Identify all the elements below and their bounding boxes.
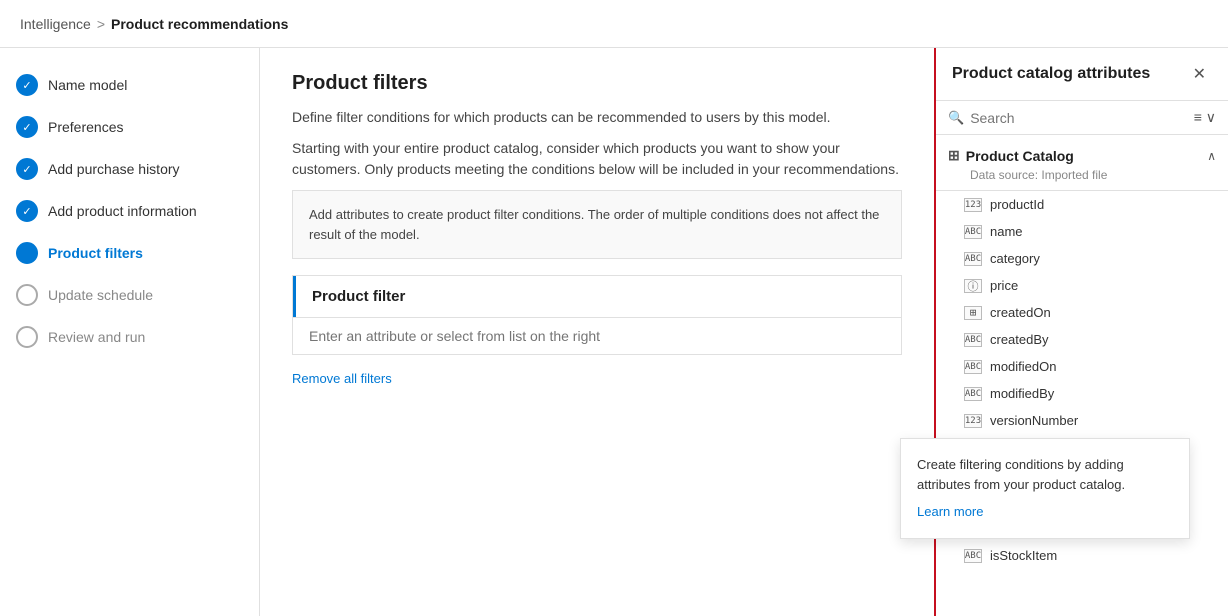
learn-more-link[interactable]: Learn more [917, 502, 934, 522]
attr-name-price: price [990, 278, 1018, 293]
sidebar-item-preferences[interactable]: ✓ Preferences [0, 106, 259, 148]
attr-type-icon-productId: 123 [964, 198, 982, 212]
content-desc2: Starting with your entire product catalo… [292, 138, 902, 180]
step-icon-preferences: ✓ [16, 116, 38, 138]
catalog-section: ⊞ Product Catalog ∧ Data source: Importe… [936, 135, 1228, 191]
attr-item-versionNumber[interactable]: 123 versionNumber [936, 407, 1228, 434]
close-panel-button[interactable]: ✕ [1187, 62, 1212, 86]
breadcrumb-current: Product recommendations [111, 16, 288, 32]
step-icon-product-filters [16, 242, 38, 264]
sidebar-label-name-model: Name model [48, 77, 127, 93]
step-icon-review-and-run [16, 326, 38, 348]
search-bar: 🔍 ≡ ∨ [936, 101, 1228, 135]
filter-sort-icon[interactable]: ≡ ∨ [1194, 109, 1216, 126]
attr-name-modifiedOn: modifiedOn [990, 359, 1056, 374]
attr-item-modifiedOn[interactable]: ABC modifiedOn [936, 353, 1228, 380]
sidebar: ✓ Name model ✓ Preferences ✓ Add purchas… [0, 48, 260, 616]
sidebar-label-add-product-information: Add product information [48, 203, 197, 219]
filter-box-header: Product filter [293, 276, 901, 317]
attribute-list: 123 productId ABC name ABC category ⓘ pr… [936, 191, 1228, 616]
attr-item-category[interactable]: ABC category [936, 245, 1228, 272]
catalog-title-row: ⊞ Product Catalog [948, 147, 1074, 164]
step-icon-add-product-information: ✓ [16, 200, 38, 222]
tooltip-text: Create filtering conditions by adding at… [917, 457, 934, 492]
attr-type-icon-modifiedBy: ABC [964, 387, 982, 401]
search-icon: 🔍 [948, 110, 964, 126]
catalog-subtitle: Data source: Imported file [948, 168, 1216, 182]
attr-item-productId[interactable]: 123 productId [936, 191, 1228, 218]
page-title: Product filters [292, 72, 902, 95]
attr-type-icon-modifiedOn: ABC [964, 360, 982, 374]
sidebar-item-name-model[interactable]: ✓ Name model [0, 64, 259, 106]
catalog-name: Product Catalog [966, 148, 1074, 164]
top-bar: Intelligence > Product recommendations [0, 0, 1228, 48]
info-box: Add attributes to create product filter … [292, 190, 902, 259]
sidebar-item-add-product-information[interactable]: ✓ Add product information [0, 190, 259, 232]
step-icon-update-schedule [16, 284, 38, 306]
sidebar-label-update-schedule: Update schedule [48, 287, 153, 303]
sidebar-item-update-schedule[interactable]: Update schedule [0, 274, 259, 316]
sidebar-item-add-purchase-history[interactable]: ✓ Add purchase history [0, 148, 259, 190]
attr-name-versionNumber: versionNumber [990, 413, 1078, 428]
step-icon-add-purchase-history: ✓ [16, 158, 38, 180]
attr-type-icon-category: ABC [964, 252, 982, 266]
catalog-header[interactable]: ⊞ Product Catalog ∧ [948, 143, 1216, 168]
content-area: Product filters Define filter conditions… [260, 48, 934, 616]
attr-name-createdOn: createdOn [990, 305, 1051, 320]
attr-type-icon-versionNumber: 123 [964, 414, 982, 428]
filter-attribute-input[interactable] [309, 328, 885, 344]
breadcrumb-sep: > [97, 16, 105, 32]
breadcrumb-parent: Intelligence [20, 16, 91, 32]
attr-name-name: name [990, 224, 1023, 239]
attr-name-modifiedBy: modifiedBy [990, 386, 1054, 401]
attr-item-name[interactable]: ABC name [936, 218, 1228, 245]
attr-item-price[interactable]: ⓘ price [936, 272, 1228, 299]
sidebar-item-review-and-run[interactable]: Review and run [0, 316, 259, 358]
attr-type-icon-createdOn: ⊞ [964, 306, 982, 320]
attr-type-icon-isStockItem: ABC [964, 549, 982, 563]
tooltip-popup: Create filtering conditions by adding at… [900, 438, 934, 539]
right-panel-title: Product catalog attributes [952, 65, 1150, 83]
step-icon-name-model: ✓ [16, 74, 38, 96]
sidebar-label-review-and-run: Review and run [48, 329, 145, 345]
attr-type-icon-name: ABC [964, 225, 982, 239]
main-layout: ✓ Name model ✓ Preferences ✓ Add purchas… [0, 48, 1228, 616]
search-input[interactable] [970, 110, 1188, 126]
remove-all-filters-link[interactable]: Remove all filters [292, 371, 392, 386]
attr-name-category: category [990, 251, 1040, 266]
info-box-text: Add attributes to create product filter … [309, 207, 879, 242]
sidebar-item-product-filters[interactable]: Product filters [0, 232, 259, 274]
attr-type-icon-price: ⓘ [964, 279, 982, 293]
sidebar-label-preferences: Preferences [48, 119, 123, 135]
chevron-up-icon[interactable]: ∧ [1207, 149, 1216, 163]
filter-input-row [293, 317, 901, 354]
right-panel-header: Product catalog attributes ✕ [936, 48, 1228, 101]
attr-item-modifiedBy[interactable]: ABC modifiedBy [936, 380, 1228, 407]
content-wrapper: Product filters Define filter conditions… [260, 48, 1228, 616]
attr-name-productId: productId [990, 197, 1044, 212]
table-grid-icon: ⊞ [948, 147, 960, 164]
attr-name-createdBy: createdBy [990, 332, 1049, 347]
attr-name-isStockItem: isStockItem [990, 548, 1057, 563]
content-desc1: Define filter conditions for which produ… [292, 107, 902, 128]
filter-box: Product filter [292, 275, 902, 355]
sidebar-label-add-purchase-history: Add purchase history [48, 161, 180, 177]
sidebar-label-product-filters: Product filters [48, 245, 143, 261]
attr-item-createdBy[interactable]: ABC createdBy [936, 326, 1228, 353]
attr-item-isStockItem[interactable]: ABC isStockItem [936, 542, 1228, 569]
attr-item-createdOn[interactable]: ⊞ createdOn [936, 299, 1228, 326]
attr-type-icon-createdBy: ABC [964, 333, 982, 347]
